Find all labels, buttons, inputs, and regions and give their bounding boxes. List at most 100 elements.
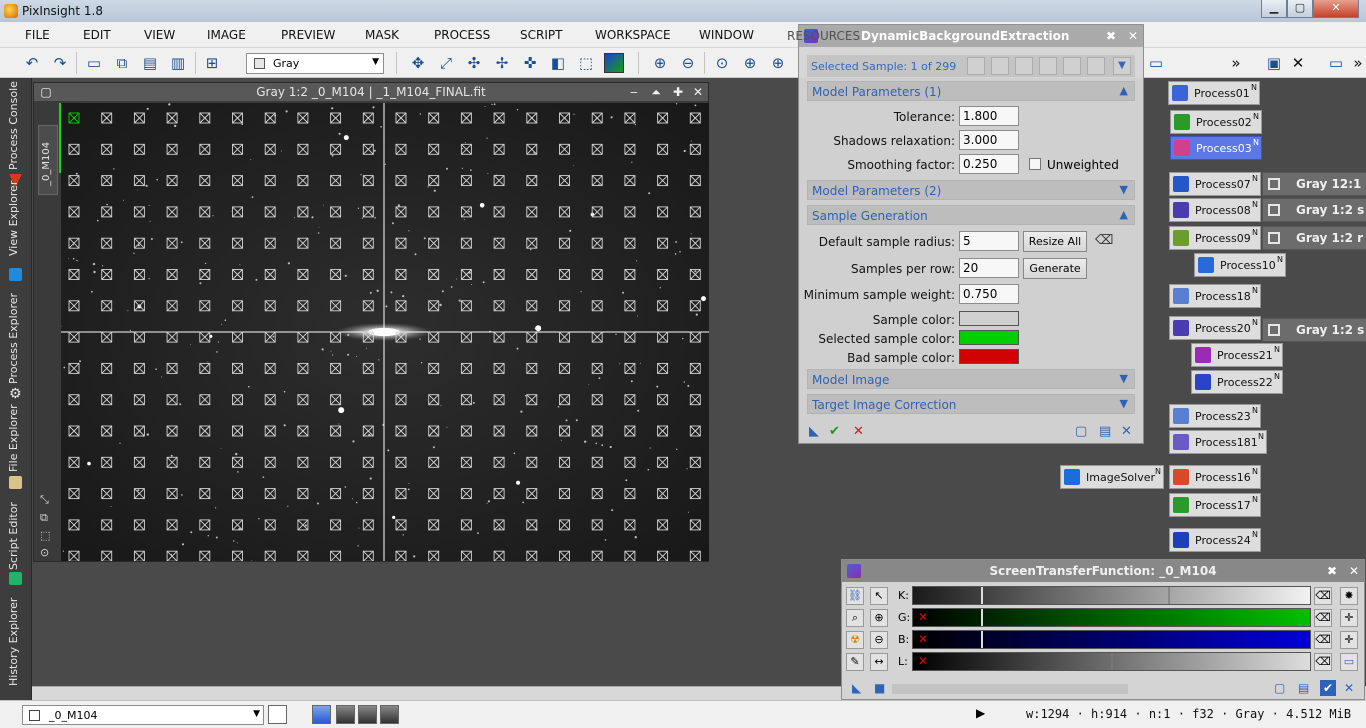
sample-nav-icon-5[interactable]: [1063, 57, 1081, 75]
stf-panel[interactable]: ScreenTransferFunction: _0_M104 ✖ ✕ ⛓ ↖ …: [841, 559, 1365, 700]
section-model-params-1[interactable]: Model Parameters (1) ▲: [807, 81, 1135, 101]
window-icon[interactable]: ▣: [1264, 53, 1284, 73]
view-side-tab[interactable]: _0_M104: [38, 125, 58, 195]
process-icon-process01[interactable]: Process01 N: [1168, 81, 1260, 105]
reset-l-icon[interactable]: ⌫: [1314, 653, 1332, 671]
play-icon[interactable]: ▶: [976, 706, 985, 720]
browse-doc-icon[interactable]: ▢: [1075, 424, 1087, 439]
tab-file-explorer[interactable]: File Explorer: [4, 404, 28, 494]
bad-sample-color-swatch[interactable]: [959, 349, 1019, 364]
view-selector[interactable]: _0_M104 ▼: [22, 705, 264, 725]
channel-g-icon[interactable]: [358, 705, 377, 724]
section-target-image-correction[interactable]: Target Image Correction ▼: [807, 394, 1135, 414]
stf-apply-icon[interactable]: ✔: [1320, 680, 1336, 696]
section-model-params-2[interactable]: Model Parameters (2) ▼: [807, 180, 1135, 200]
move-icon[interactable]: ✢: [492, 53, 512, 73]
zoom-2-icon[interactable]: ⊕: [740, 53, 760, 73]
view-icon-item[interactable]: Gray 12:1: [1262, 172, 1366, 196]
stf-pin-icon[interactable]: ✖: [1324, 563, 1340, 579]
menu-file[interactable]: FILE: [25, 28, 50, 42]
reset-k-icon[interactable]: ⌫: [1314, 587, 1332, 605]
generate-button[interactable]: Generate: [1023, 258, 1087, 279]
channel-r-icon[interactable]: [336, 705, 355, 724]
smoothing-factor-input[interactable]: [959, 154, 1019, 174]
crosshair-icon-2[interactable]: ✛: [1340, 631, 1358, 649]
menu-mask[interactable]: MASK: [365, 28, 399, 42]
undo-icon[interactable]: ↶: [22, 53, 42, 73]
clear-samples-icon[interactable]: ⌫: [1095, 233, 1113, 248]
save-icon[interactable]: ▤: [1099, 424, 1111, 439]
zoom-out-icon[interactable]: ⊖: [678, 53, 698, 73]
tab-script-editor[interactable]: Script Editor: [4, 498, 28, 590]
stf-slider-g[interactable]: [912, 608, 1311, 627]
pin-icon[interactable]: ✖: [1103, 28, 1119, 44]
sample-nav-icon-1[interactable]: [967, 57, 985, 75]
auto-stretch-icon[interactable]: ✸: [1340, 587, 1358, 605]
new-preview-icon[interactable]: ⊞: [202, 53, 222, 73]
section-model-image[interactable]: Model Image ▼: [807, 369, 1135, 389]
stf-new-instance-icon[interactable]: ◣: [852, 681, 861, 695]
view-window-icon[interactable]: [268, 705, 287, 724]
shade-icon[interactable]: ‒: [626, 84, 642, 100]
zoom-1-icon[interactable]: ⊙: [712, 53, 732, 73]
process-icon-process02[interactable]: Process02 N: [1170, 110, 1262, 134]
min-sample-weight-input[interactable]: [959, 284, 1019, 304]
zoom-in-icon[interactable]: ⊕: [650, 53, 670, 73]
cursor-icon[interactable]: ↖: [870, 587, 888, 605]
maximize-button[interactable]: ▢: [1287, 0, 1313, 18]
apply-icon[interactable]: ✔: [829, 424, 840, 439]
section-sample-generation[interactable]: Sample Generation ▲: [807, 205, 1135, 225]
selected-sample-expand-icon[interactable]: ▼: [1113, 57, 1131, 75]
stf-save-icon[interactable]: ▤: [1298, 681, 1309, 695]
process-icon-process22[interactable]: Process22 N: [1191, 370, 1283, 394]
reset-g-icon[interactable]: ⌫: [1314, 609, 1332, 627]
view-icon-item[interactable]: Gray 1:2 s: [1262, 198, 1366, 222]
dbe-close-icon[interactable]: ✕: [1125, 28, 1141, 44]
maximize-icon[interactable]: ✚: [670, 84, 686, 100]
process-icon-process20[interactable]: Process20 N: [1169, 316, 1261, 340]
minimize-button[interactable]: ▁: [1261, 0, 1287, 18]
process-icon-process23[interactable]: Process23 N: [1169, 404, 1261, 428]
process-icon-process03[interactable]: Process03 N: [1170, 136, 1262, 160]
sample-nav-icon-4[interactable]: [1039, 57, 1057, 75]
dbe-panel[interactable]: RESOURCES DynamicBackgroundExtraction ✖ …: [787, 24, 1144, 444]
process-icon-process09[interactable]: Process09 N: [1169, 226, 1261, 250]
dbe-titlebar[interactable]: RESOURCES DynamicBackgroundExtraction ✖ …: [787, 25, 1143, 47]
duplicate-image-icon[interactable]: ⧉: [112, 53, 132, 73]
mask-icon[interactable]: ◧: [548, 53, 568, 73]
tab-process-explorer[interactable]: Process Explorer ⚙: [4, 292, 28, 406]
menu-process[interactable]: PROCESS: [434, 28, 490, 42]
channel-b-icon[interactable]: [380, 705, 399, 724]
channel-rgb-icon[interactable]: [312, 705, 331, 724]
selected-sample-color-swatch[interactable]: [959, 330, 1019, 345]
menu-image[interactable]: IMAGE: [207, 28, 246, 42]
stf-slider-l[interactable]: [912, 652, 1311, 671]
process-icon-process18[interactable]: Process18 N: [1169, 284, 1261, 308]
zoom-3-icon[interactable]: ⊕: [768, 53, 788, 73]
sample-nav-icon-2[interactable]: [991, 57, 1009, 75]
zoom-icon[interactable]: ⌕: [846, 609, 864, 627]
stf-track-icon[interactable]: ■: [874, 681, 885, 695]
image-open-icon[interactable]: ▤: [140, 53, 160, 73]
reset-b-icon[interactable]: ⌫: [1314, 631, 1332, 649]
stf-footer-slider[interactable]: [892, 684, 1128, 694]
view-icon-item[interactable]: Gray 1:2 s: [1262, 318, 1366, 342]
menu-edit[interactable]: EDIT: [83, 28, 111, 42]
samples-per-row-input[interactable]: [959, 258, 1019, 278]
stf-titlebar[interactable]: ScreenTransferFunction: _0_M104 ✖ ✕: [842, 560, 1364, 582]
image-window-titlebar[interactable]: ▢ Gray 1:2 _0_M104 | _1_M104_FINAL.fit ‒…: [34, 83, 708, 101]
process-icon-imagesolver[interactable]: ImageSolver N: [1060, 465, 1164, 489]
process-icon-process10[interactable]: Process10 N: [1194, 253, 1286, 277]
crosshair-icon[interactable]: ✛: [1340, 609, 1358, 627]
sample-nav-icon-3[interactable]: [1015, 57, 1033, 75]
toolbar-more-icon[interactable]: »: [1226, 53, 1246, 73]
frame-icon[interactable]: ⬚: [40, 529, 56, 542]
view-mode-select[interactable]: Gray ▼: [246, 53, 384, 74]
arrows-icon[interactable]: ↔: [870, 653, 888, 671]
unweighted-checkbox[interactable]: [1029, 158, 1041, 170]
new-image-icon[interactable]: ▭: [84, 53, 104, 73]
process-icon-process21[interactable]: Process21 N: [1191, 343, 1283, 367]
process-icon-process16[interactable]: Process16 N: [1169, 465, 1261, 489]
process-icon-process181[interactable]: Process181 N: [1169, 430, 1267, 454]
redo-icon[interactable]: ↷: [50, 53, 70, 73]
